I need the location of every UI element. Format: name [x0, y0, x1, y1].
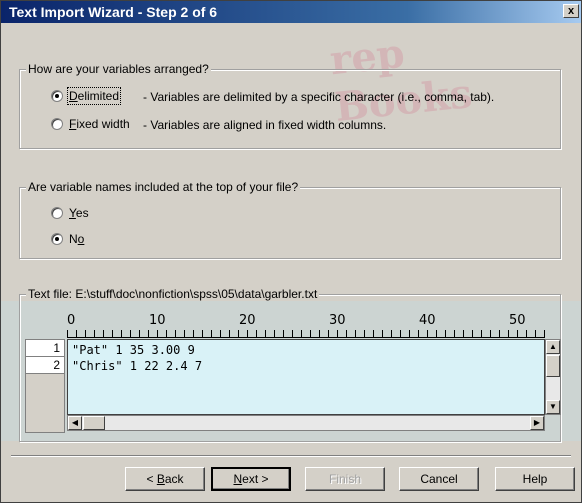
scroll-down-button[interactable]: ▼: [546, 400, 560, 414]
delimited-radio[interactable]: Delimited: [51, 87, 122, 105]
variable-names-group: Are variable names included at the top o…: [19, 180, 561, 259]
file-path-legend: Text file: E:\stuff\doc\nonfiction\spss\…: [26, 287, 320, 301]
delimited-radio-button[interactable]: [51, 90, 63, 102]
close-icon: x: [567, 5, 575, 17]
names-no-radio-button[interactable]: [51, 233, 63, 245]
row-number: 1: [26, 340, 64, 357]
delimited-description: - Variables are delimited by a specific …: [143, 90, 495, 104]
row-number: 2: [26, 357, 64, 374]
triangle-left-icon: ◀: [71, 418, 79, 427]
names-yes-radio-button[interactable]: [51, 207, 63, 219]
fixed-width-description: - Variables are aligned in fixed width c…: [143, 118, 387, 132]
triangle-up-icon: ▲: [549, 342, 557, 351]
row-number-filler: [26, 374, 64, 432]
triangle-right-icon: ▶: [533, 418, 541, 427]
ruler-label: 10: [149, 313, 166, 328]
variable-names-legend: Are variable names included at the top o…: [26, 180, 301, 194]
names-yes-radio[interactable]: Yes: [51, 206, 89, 220]
data-preview-grid[interactable]: "Pat" 1 35 3.00 9 "Chris" 1 22 2.4 7: [67, 339, 545, 415]
names-yes-label: Yes: [69, 206, 89, 220]
help-button[interactable]: Help: [495, 467, 575, 491]
scroll-right-button[interactable]: ▶: [530, 416, 544, 430]
data-row: "Pat" 1 35 3.00 9: [72, 343, 195, 357]
horizontal-scroll-thumb[interactable]: [83, 416, 105, 430]
row-number-column: 1 2: [25, 339, 65, 433]
arrangement-legend: How are your variables arranged?: [26, 62, 211, 76]
ruler-label: 0: [67, 313, 76, 328]
next-button[interactable]: Next >: [211, 467, 291, 491]
data-row: "Chris" 1 22 2.4 7: [72, 359, 203, 373]
fixed-width-label: Fixed width: [69, 117, 130, 131]
names-no-radio[interactable]: No: [51, 232, 84, 246]
window-title: Text Import Wizard - Step 2 of 6: [9, 4, 218, 20]
fixed-width-radio-button[interactable]: [51, 118, 63, 130]
column-ruler: 0 10 20 30 40 50: [67, 313, 545, 339]
ruler-label: 30: [329, 313, 346, 328]
title-bar[interactable]: Text Import Wizard - Step 2 of 6 x: [1, 1, 581, 23]
ruler-label: 50: [509, 313, 526, 328]
ruler-ticks: [67, 330, 545, 338]
ruler-label: 20: [239, 313, 256, 328]
fixed-width-radio[interactable]: Fixed width: [51, 117, 130, 131]
ruler-label: 40: [419, 313, 436, 328]
vertical-scrollbar[interactable]: ▲ ▼: [545, 339, 561, 415]
arrangement-group: How are your variables arranged?: [19, 62, 561, 149]
button-divider: [11, 455, 571, 457]
horizontal-scrollbar[interactable]: ◀ ▶: [67, 415, 545, 431]
cancel-button[interactable]: Cancel: [399, 467, 479, 491]
text-import-wizard-window: Text Import Wizard - Step 2 of 6 x rep B…: [0, 0, 582, 503]
scroll-up-button[interactable]: ▲: [546, 340, 560, 354]
delimited-label: Delimited: [66, 87, 122, 105]
scroll-left-button[interactable]: ◀: [68, 416, 82, 430]
close-button[interactable]: x: [563, 4, 579, 18]
triangle-down-icon: ▼: [549, 402, 557, 411]
back-button[interactable]: < Back: [125, 467, 205, 491]
names-no-label: No: [69, 232, 85, 246]
vertical-scroll-thumb[interactable]: [546, 355, 560, 377]
finish-button[interactable]: Finish: [305, 467, 385, 491]
